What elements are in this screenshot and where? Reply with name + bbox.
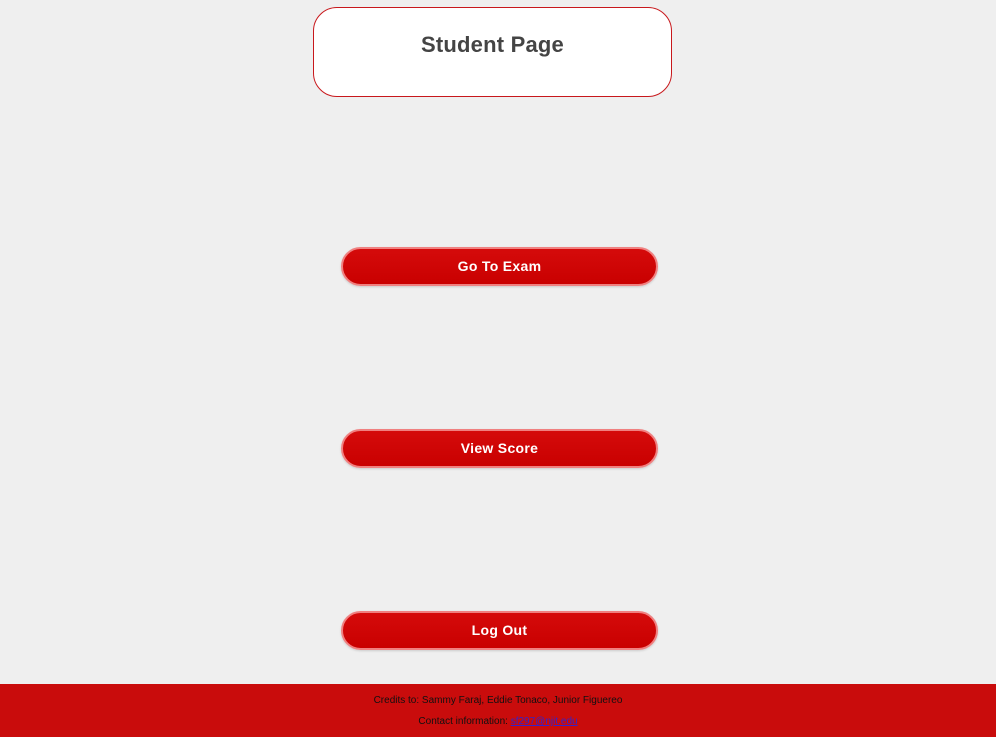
page-title-card: Student Page <box>313 7 672 97</box>
footer-contact: Contact information: sf297@njit.edu <box>0 716 996 727</box>
log-out-button[interactable]: Log Out <box>341 611 658 650</box>
contact-email-link[interactable]: sf297@njit.edu <box>511 716 578 727</box>
student-page: Student Page Go To Exam View Score Log O… <box>0 0 996 737</box>
contact-label: Contact information: <box>418 716 508 727</box>
view-score-button[interactable]: View Score <box>341 429 658 468</box>
page-title: Student Page <box>421 32 564 57</box>
footer: Credits to: Sammy Faraj, Eddie Tonaco, J… <box>0 684 996 737</box>
go-to-exam-button[interactable]: Go To Exam <box>341 247 658 286</box>
footer-credits: Credits to: Sammy Faraj, Eddie Tonaco, J… <box>373 695 623 706</box>
